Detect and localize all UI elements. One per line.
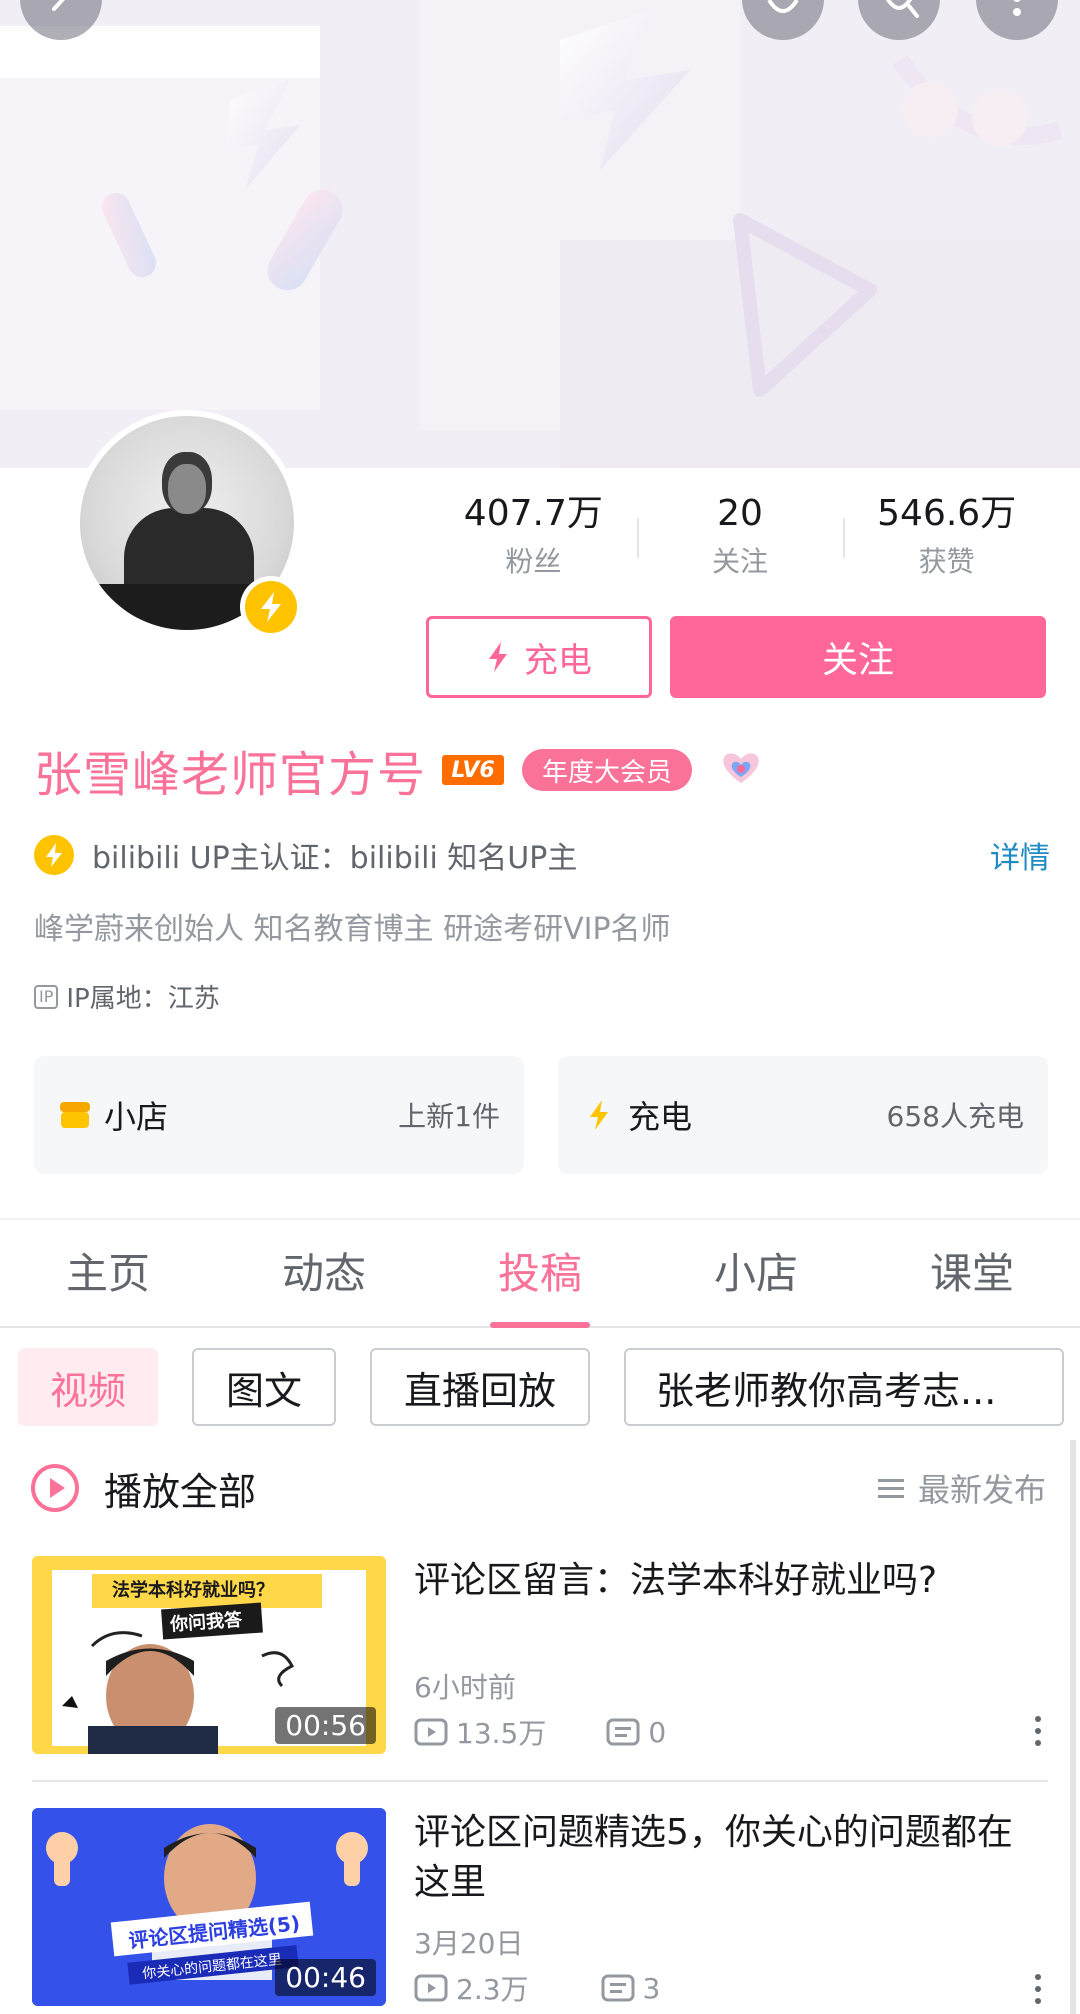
stat-fans[interactable]: 407.7万 粉丝 [430, 490, 637, 590]
name-row: 张雪峰老师官方号 LV6 年度大会员 [34, 738, 766, 803]
ip-location-text: IP属地：江苏 [66, 984, 220, 1014]
scrollbar[interactable] [1070, 1440, 1076, 2014]
video-thumbnail[interactable]: 法学本科好就业吗？ 你问我答 00:56 [32, 1556, 386, 1754]
stat-value: 20 [717, 493, 763, 534]
sort-button[interactable]: 最新发布 [876, 1465, 1046, 1511]
chip-video[interactable]: 视频 [18, 1348, 159, 1426]
chip-live-replay[interactable]: 直播回放 [370, 1348, 591, 1426]
profile-stats: 407.7万 粉丝 20 关注 546.6万 获赞 [430, 490, 1050, 590]
video-stats: 13.5万 0 [414, 1712, 666, 1752]
video-duration: 00:46 [275, 1959, 376, 1996]
play-all-button[interactable]: 播放全部 [104, 1461, 256, 1516]
thumbnail-subcaption: 你问我答 [169, 1609, 243, 1636]
tab-uploads[interactable]: 投稿 [432, 1220, 648, 1328]
video-stats: 2.3万 3 [414, 1968, 660, 2008]
video-item[interactable]: 法学本科好就业吗？ 你问我答 00:56 评论区留言：法学本科好就业吗? 6小时… [32, 1556, 1048, 1758]
shop-card-title: 小店 [104, 1098, 169, 1136]
comment-count: 0 [606, 1716, 666, 1749]
certification-detail-link[interactable]: 详情 [990, 833, 1050, 877]
pendant-icon[interactable] [716, 745, 766, 795]
banner-decoration [0, 0, 1080, 468]
view-count-value: 2.3万 [456, 1973, 529, 2006]
bio: 峰学蔚来创始人 知名教育博主 研途考研VIP名师 [34, 912, 671, 947]
content-filter-chips: 视频 图文 直播回放 张老师教你高考志... [18, 1348, 1068, 1426]
tab-classroom[interactable]: 课堂 [864, 1220, 1080, 1326]
sort-label: 最新发布 [917, 1471, 1046, 1509]
stat-label: 获赞 [918, 545, 975, 578]
feature-cards: 小店 上新1件 充电 658人充电 [34, 1056, 1048, 1174]
view-count-value: 13.5万 [456, 1717, 547, 1750]
tab-dynamic[interactable]: 动态 [216, 1220, 432, 1326]
ip-location: IP IP属地：江苏 [34, 978, 220, 1015]
video-title[interactable]: 评论区留言：法学本科好就业吗? [414, 1556, 1034, 1606]
video-item[interactable]: 评论区提问精选(5) 你关心的问题都在这里 00:46 评论区问题精选5，你关心… [32, 1808, 1048, 2010]
view-count: 13.5万 [414, 1712, 546, 1752]
thumbnail-caption: 法学本科好就业吗？ [112, 1580, 274, 1601]
charge-card[interactable]: 充电 658人充电 [558, 1056, 1048, 1174]
lightning-icon [489, 642, 507, 672]
shop-icon [58, 1098, 92, 1132]
view-count: 2.3万 [414, 1968, 529, 2008]
vip-badge[interactable]: 年度大会员 [522, 749, 693, 791]
stat-label: 关注 [712, 545, 769, 578]
stat-value: 407.7万 [463, 493, 603, 534]
more-options-icon[interactable] [1028, 1716, 1048, 1746]
lightning-icon [34, 835, 74, 875]
comment-count: 3 [601, 1971, 661, 2005]
video-date: 3月20日 [414, 1927, 524, 1960]
list-icon [877, 1479, 904, 1498]
shop-card-meta: 上新1件 [398, 1100, 500, 1133]
follow-button-label: 关注 [821, 640, 894, 681]
face-icon [767, 0, 799, 13]
chip-article[interactable]: 图文 [192, 1348, 337, 1426]
profile-banner [0, 0, 1080, 468]
list-separator [32, 1780, 1048, 1782]
chip-collection[interactable]: 张老师教你高考志... [624, 1348, 1065, 1426]
follow-button[interactable]: 关注 [670, 616, 1046, 698]
comment-icon [601, 1974, 635, 2002]
certification-row: bilibili UP主认证：bilibili 知名UP主 详情 [34, 830, 1050, 880]
lightning-icon [582, 1098, 616, 1132]
stat-value: 546.6万 [877, 493, 1017, 534]
play-circle-icon[interactable] [30, 1463, 80, 1513]
tab-home[interactable]: 主页 [0, 1220, 216, 1326]
profile-tabs: 主页 动态 投稿 小店 课堂 [0, 1220, 1080, 1328]
charge-button-label: 充电 [524, 640, 592, 681]
charge-button[interactable]: 充电 [426, 616, 652, 698]
play-count-icon [414, 1718, 448, 1746]
video-duration: 00:56 [275, 1707, 376, 1744]
charge-card-title: 充电 [628, 1098, 693, 1136]
charge-card-meta: 658人充电 [886, 1100, 1024, 1133]
comment-icon [606, 1718, 640, 1746]
comment-count-value: 3 [642, 1971, 661, 2005]
play-all-row: 播放全部 最新发布 [30, 1456, 1046, 1520]
ip-icon: IP [34, 984, 59, 1009]
stat-following[interactable]: 20 关注 [636, 490, 844, 590]
stat-likes[interactable]: 546.6万 获赞 [843, 490, 1050, 590]
stat-label: 粉丝 [505, 545, 562, 578]
play-count-icon [414, 1974, 448, 2002]
username: 张雪峰老师官方号 [34, 747, 427, 803]
video-thumbnail[interactable]: 评论区提问精选(5) 你关心的问题都在这里 00:46 [32, 1808, 386, 2006]
back-arrow-icon [52, 0, 66, 11]
verified-badge [240, 576, 302, 638]
tab-shop[interactable]: 小店 [648, 1220, 864, 1326]
comment-count-value: 0 [648, 1715, 667, 1749]
more-vertical-icon [1013, 0, 1021, 16]
lightning-icon [261, 592, 281, 622]
level-badge: LV6 [442, 755, 505, 785]
shop-card[interactable]: 小店 上新1件 [34, 1056, 524, 1174]
search-icon [885, 0, 919, 18]
video-date: 6小时前 [414, 1671, 516, 1704]
certification-text: bilibili UP主认证：bilibili 知名UP主 [92, 841, 578, 876]
more-options-icon[interactable] [1028, 1974, 1048, 2004]
video-title[interactable]: 评论区问题精选5，你关心的问题都在这里 [414, 1808, 1034, 1908]
